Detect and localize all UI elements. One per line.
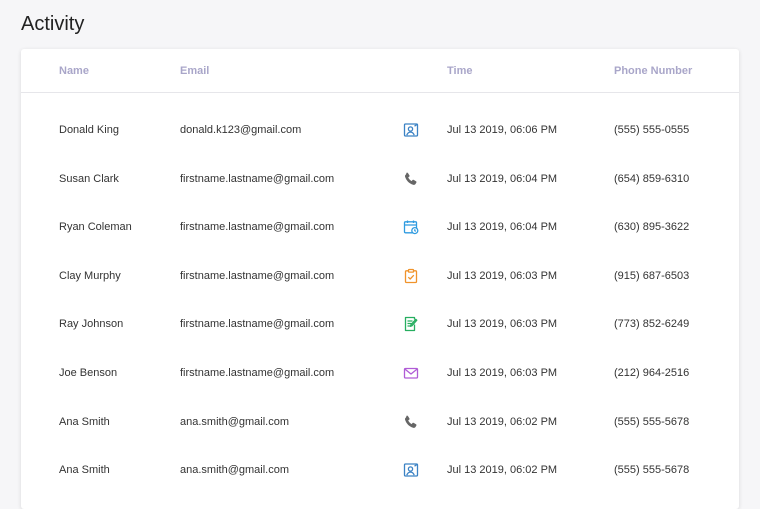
table-row[interactable]: Ray Johnson firstname.lastname@gmail.com…	[21, 300, 739, 349]
row-time: Jul 13 2019, 06:03 PM	[447, 318, 558, 331]
clipboard-check-icon	[403, 268, 419, 284]
table-row[interactable]: Ana Smith ana.smith@gmail.com Jul 13 201…	[21, 446, 739, 495]
column-header-phone[interactable]: Phone Number	[614, 49, 692, 94]
row-time: Jul 13 2019, 06:02 PM	[447, 415, 558, 428]
row-time: Jul 13 2019, 06:03 PM	[447, 366, 558, 379]
column-header-time[interactable]: Time	[447, 49, 472, 94]
activity-table: Name Email Time Phone Number Donald King…	[21, 49, 739, 509]
row-phone: (555) 555-5678	[614, 415, 690, 428]
row-name: Ray Johnson	[59, 318, 124, 331]
row-email: ana.smith@gmail.com	[180, 415, 289, 428]
envelope-icon	[403, 365, 419, 381]
table-row[interactable]: Clay Murphy firstname.lastname@gmail.com…	[21, 252, 739, 301]
phone-icon	[403, 414, 419, 430]
table-header: Name Email Time Phone Number	[21, 49, 739, 93]
row-email: firstname.lastname@gmail.com	[180, 269, 335, 282]
row-name: Ana Smith	[59, 415, 110, 428]
row-phone: (212) 964-2516	[614, 366, 690, 379]
row-phone: (773) 852-6249	[614, 318, 690, 331]
table-row[interactable]: Ryan Coleman firstname.lastname@gmail.co…	[21, 203, 739, 252]
table-row[interactable]: Ana Smith ana.smith@gmail.com Jul 13 201…	[21, 398, 739, 447]
row-time: Jul 13 2019, 06:06 PM	[447, 124, 558, 136]
row-phone: (555) 555-0555	[614, 124, 690, 136]
row-email: firstname.lastname@gmail.com	[180, 366, 335, 379]
row-name: Ana Smith	[59, 464, 110, 477]
row-name: Ryan Coleman	[59, 221, 132, 234]
row-time: Jul 13 2019, 06:04 PM	[447, 172, 558, 185]
row-phone: (555) 555-5678	[614, 464, 690, 477]
row-email: ana.smith@gmail.com	[180, 464, 289, 477]
row-email: donald.k123@gmail.com	[180, 124, 302, 136]
table-row[interactable]: Joe Benson firstname.lastname@gmail.com …	[21, 349, 739, 398]
contact-card-icon	[403, 462, 419, 478]
contact-card-icon	[403, 122, 419, 138]
row-email: firstname.lastname@gmail.com	[180, 172, 335, 185]
row-phone: (915) 687-6503	[614, 269, 690, 282]
table-row[interactable]: Susan Clark firstname.lastname@gmail.com…	[21, 155, 739, 204]
row-email: firstname.lastname@gmail.com	[180, 318, 335, 331]
row-phone: (630) 895-3622	[614, 221, 690, 234]
row-time: Jul 13 2019, 06:04 PM	[447, 221, 558, 234]
calendar-clock-icon	[403, 219, 419, 235]
note-edit-icon	[403, 316, 419, 332]
phone-icon	[403, 171, 419, 187]
row-phone: (654) 859-6310	[614, 172, 690, 185]
page-title: Activity	[21, 13, 85, 35]
table-row[interactable]: Donald King donald.k123@gmail.com Jul 13…	[21, 106, 739, 155]
column-header-name[interactable]: Name	[59, 49, 89, 94]
row-name: Susan Clark	[59, 172, 119, 185]
row-time: Jul 13 2019, 06:02 PM	[447, 464, 558, 477]
row-email: firstname.lastname@gmail.com	[180, 221, 335, 234]
table-body: Donald King donald.k123@gmail.com Jul 13…	[21, 106, 739, 495]
row-name: Clay Murphy	[59, 269, 121, 282]
row-time: Jul 13 2019, 06:03 PM	[447, 269, 558, 282]
row-name: Donald King	[59, 124, 119, 136]
row-name: Joe Benson	[59, 366, 118, 379]
column-header-email[interactable]: Email	[180, 49, 209, 94]
